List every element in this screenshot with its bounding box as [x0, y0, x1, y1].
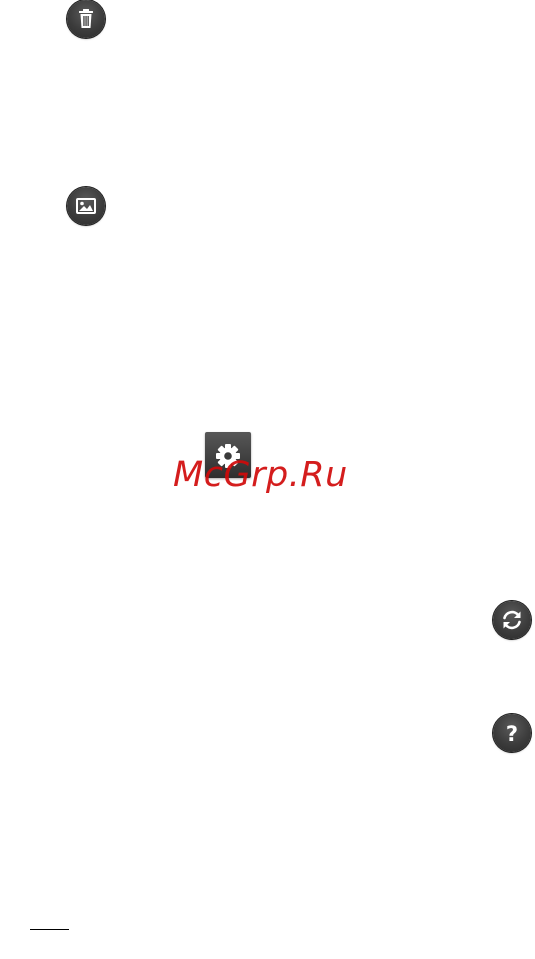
help-icon: ?: [493, 714, 531, 752]
footnote-divider: [30, 929, 69, 930]
refresh-icon: [493, 601, 531, 639]
picture-icon: [67, 187, 105, 225]
trash-icon: [67, 0, 105, 38]
watermark-text: McGrp.Ru: [173, 455, 348, 495]
help-icon-glyph: ?: [506, 722, 518, 746]
